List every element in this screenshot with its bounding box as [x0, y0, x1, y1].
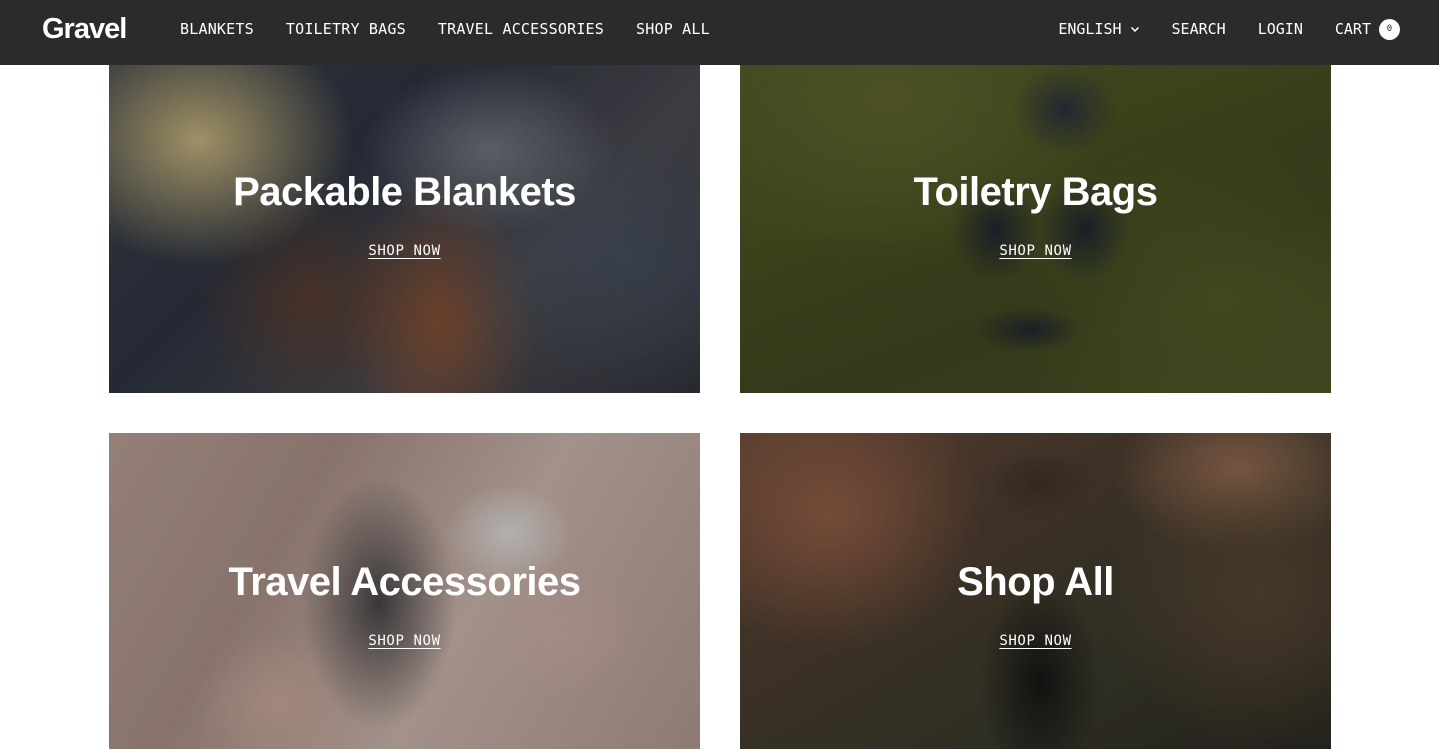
site-header: Gravel BLANKETS TOILETRY BAGS TRAVEL ACC…: [0, 0, 1439, 65]
login-link[interactable]: LOGIN: [1258, 20, 1303, 38]
search-link[interactable]: SEARCH: [1172, 20, 1226, 38]
nav-item-blankets[interactable]: BLANKETS: [180, 20, 254, 38]
nav-item-shop-all[interactable]: SHOP ALL: [636, 20, 710, 38]
cart-link[interactable]: CART 0: [1334, 18, 1400, 40]
language-selector[interactable]: ENGLISH: [1058, 20, 1139, 38]
chevron-down-icon: [1130, 26, 1139, 33]
nav-item-travel-accessories[interactable]: TRAVEL ACCESSORIES: [438, 20, 604, 38]
shop-now-link[interactable]: SHOP NOW: [368, 633, 440, 649]
shop-now-link[interactable]: SHOP NOW: [999, 633, 1071, 649]
shop-now-link[interactable]: SHOP NOW: [368, 243, 440, 259]
category-tile-travel-accessories[interactable]: Travel Accessories SHOP NOW: [109, 433, 700, 749]
nav-item-toiletry-bags[interactable]: TOILETRY BAGS: [286, 20, 406, 38]
language-label: ENGLISH: [1058, 20, 1122, 38]
main-nav: BLANKETS TOILETRY BAGS TRAVEL ACCESSORIE…: [180, 0, 742, 58]
cart-count-badge: 0: [1379, 18, 1400, 40]
utility-nav: ENGLISH SEARCH LOGIN CART 0: [1058, 0, 1400, 58]
tile-title: Shop All: [957, 560, 1114, 604]
tile-title: Travel Accessories: [228, 560, 582, 604]
category-tile-shop-all[interactable]: Shop All SHOP NOW: [740, 433, 1331, 749]
tile-title: Toiletry Bags: [913, 170, 1158, 214]
logo[interactable]: Gravel: [42, 11, 127, 47]
shop-now-link[interactable]: SHOP NOW: [999, 243, 1071, 259]
cart-label: CART: [1334, 20, 1371, 38]
tile-title: Packable Blankets: [233, 170, 576, 214]
